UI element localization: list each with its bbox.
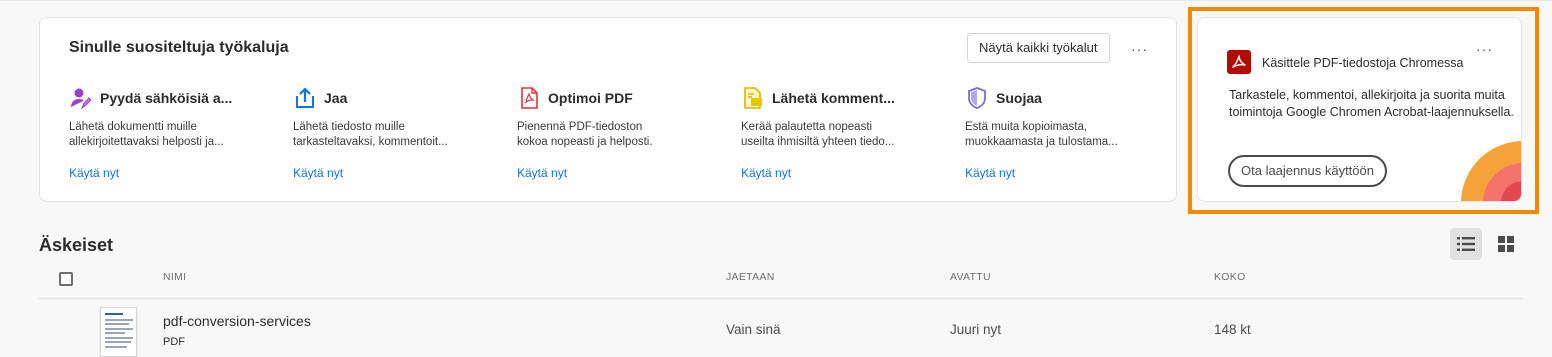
file-type: PDF — [163, 336, 185, 348]
send-comments-icon — [741, 86, 765, 110]
tool-use-now-link[interactable]: Käytä nyt — [293, 166, 343, 180]
file-size: 148 kt — [1214, 322, 1251, 337]
list-view-icon — [1457, 237, 1475, 251]
file-name[interactable]: pdf-conversion-services — [163, 313, 311, 329]
tool-description: Estä muita kopioimasta, muokkaamasta ja … — [965, 121, 1118, 148]
top-divider — [0, 0, 1552, 1]
promo-decoration-icon — [1461, 141, 1521, 201]
tool-protect: Suojaa Estä muita kopioimasta, muokkaama… — [965, 86, 1175, 180]
protect-shield-icon — [965, 86, 989, 110]
select-all-checkbox[interactable] — [59, 272, 73, 286]
acrobat-logo-icon — [1227, 50, 1251, 74]
column-header-opened[interactable]: AVATTU — [950, 271, 991, 283]
promo-more-options-button[interactable]: ··· — [1476, 42, 1493, 56]
tool-request-signatures: Pyydä sähköisiä a... Lähetä dokumentti m… — [69, 86, 279, 180]
table-header-divider — [39, 298, 1523, 299]
tool-share: Jaa Lähetä tiedosto muille tarkasteltava… — [293, 86, 503, 180]
column-header-name[interactable]: NIMI — [163, 271, 186, 283]
tool-name[interactable]: Optimoi PDF — [548, 90, 633, 106]
tool-optimize-pdf: Optimoi PDF Pienennä PDF-tiedoston kokoa… — [517, 86, 727, 180]
enable-extension-button[interactable]: Ota laajennus käyttöön — [1228, 155, 1387, 187]
show-all-tools-button[interactable]: Näytä kaikki työkalut — [967, 33, 1110, 63]
recent-section-title: Äskeiset — [39, 235, 114, 255]
promo-description: Tarkastele, kommentoi, allekirjoita ja s… — [1229, 88, 1514, 119]
tool-use-now-link[interactable]: Käytä nyt — [965, 166, 1015, 180]
tool-name[interactable]: Jaa — [324, 90, 347, 106]
tool-description: Kerää palautetta nopeasti useilta ihmisi… — [741, 121, 895, 148]
tool-use-now-link[interactable]: Käytä nyt — [69, 166, 119, 180]
column-header-shared[interactable]: JAETAAN — [726, 271, 775, 283]
signature-request-icon — [69, 86, 93, 110]
list-view-button[interactable] — [1450, 228, 1482, 260]
tool-name[interactable]: Suojaa — [996, 90, 1042, 106]
tool-send-comments: Lähetä komment... Kerää palautetta nopea… — [741, 86, 951, 180]
grid-view-icon — [1498, 236, 1514, 252]
tool-use-now-link[interactable]: Käytä nyt — [741, 166, 791, 180]
column-header-size[interactable]: KOKO — [1214, 271, 1246, 283]
tools-more-options-button[interactable]: ··· — [1131, 42, 1148, 56]
tool-description: Pienennä PDF-tiedoston kokoa nopeasti ja… — [517, 121, 653, 148]
tool-name[interactable]: Pyydä sähköisiä a... — [100, 90, 232, 106]
grid-view-button[interactable] — [1490, 228, 1522, 260]
file-shared-with: Vain sinä — [726, 322, 781, 337]
tool-use-now-link[interactable]: Käytä nyt — [517, 166, 567, 180]
recommended-tools-card: Sinulle suositeltuja työkaluja Näytä kai… — [39, 17, 1177, 202]
recommended-tools-title: Sinulle suositeltuja työkaluja — [69, 39, 289, 56]
optimize-pdf-icon — [517, 86, 541, 110]
share-icon — [293, 86, 317, 110]
file-thumbnail — [100, 307, 137, 357]
chrome-extension-promo-card: ··· Käsittele PDF-tiedostoja Chromessa T… — [1197, 17, 1522, 202]
tool-description: Lähetä tiedosto muille tarkasteltavaksi,… — [293, 121, 448, 148]
tool-name[interactable]: Lähetä komment... — [772, 90, 895, 106]
tool-description: Lähetä dokumentti muille allekirjoitetta… — [69, 121, 224, 148]
file-opened-time: Juuri nyt — [950, 322, 1002, 337]
promo-title: Käsittele PDF-tiedostoja Chromessa — [1262, 56, 1464, 70]
